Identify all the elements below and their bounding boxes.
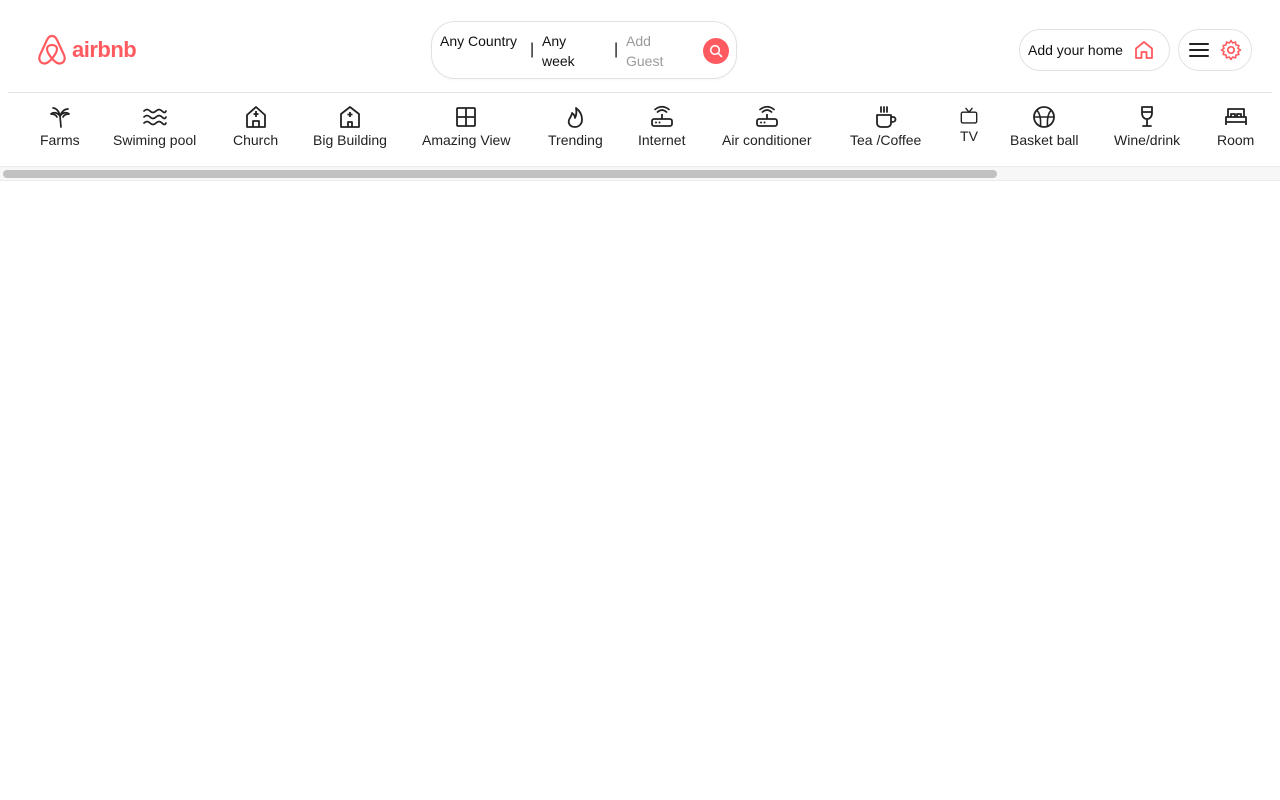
category-basket-ball[interactable]: Basket ball <box>1010 104 1078 148</box>
router-icon <box>650 105 673 127</box>
coffee-icon <box>875 106 897 128</box>
category-label: Trending <box>548 132 603 148</box>
air-conditioner-icon <box>755 105 778 127</box>
hamburger-menu-icon <box>1189 43 1209 57</box>
church-icon <box>245 106 266 128</box>
search-button[interactable] <box>703 38 729 64</box>
category-tea-coffee[interactable]: Tea /Coffee <box>850 104 921 148</box>
search-icon <box>709 44 723 58</box>
category-label: Big Building <box>313 132 387 148</box>
category-scrollbar[interactable] <box>0 166 1280 181</box>
category-label: Wine/drink <box>1114 132 1181 148</box>
airbnb-logo-icon <box>38 34 66 65</box>
category-label: Internet <box>638 132 686 148</box>
wine-icon <box>1141 106 1153 127</box>
week-field[interactable]: Any week <box>542 31 602 71</box>
scrollbar-thumb[interactable] <box>3 170 997 178</box>
waves-icon <box>142 108 167 126</box>
category-air-conditioner[interactable]: Air conditioner <box>722 104 812 148</box>
category-label: TV <box>960 128 978 144</box>
user-menu-button[interactable] <box>1178 29 1252 71</box>
category-wine-drink[interactable]: Wine/drink <box>1114 104 1180 148</box>
bed-icon <box>1224 108 1247 125</box>
search-divider: | <box>530 41 535 58</box>
home-icon <box>1135 41 1153 59</box>
top-header: airbnb Any Country | Any week | Add Gues… <box>8 0 1272 93</box>
add-your-home-button[interactable]: Add your home <box>1019 29 1170 71</box>
category-farms[interactable]: Farms <box>40 104 80 148</box>
window-icon <box>456 107 477 127</box>
add-home-label: Add your home <box>1028 42 1123 58</box>
category-church[interactable]: Church <box>233 104 278 148</box>
category-amazing-view[interactable]: Amazing View <box>422 104 510 148</box>
category-label: Farms <box>40 132 80 148</box>
category-label: Basket ball <box>1010 132 1079 148</box>
gear-icon <box>1220 39 1242 61</box>
category-label: Tea /Coffee <box>850 132 922 148</box>
category-label: Room <box>1217 132 1255 148</box>
building-icon <box>340 106 360 128</box>
guest-field[interactable]: Add Guest <box>626 31 686 71</box>
airbnb-logo[interactable]: airbnb <box>36 32 137 68</box>
search-divider: | <box>614 41 619 58</box>
basketball-icon <box>1033 106 1056 128</box>
category-trending[interactable]: Trending <box>548 104 603 148</box>
category-label: Air conditioner <box>722 132 812 148</box>
category-label: Church <box>233 132 279 148</box>
category-internet[interactable]: Internet <box>638 104 685 148</box>
category-swiming-pool[interactable]: Swiming pool <box>113 104 196 148</box>
category-big-building[interactable]: Big Building <box>313 104 387 148</box>
palm-tree-icon <box>49 107 70 128</box>
category-label: Amazing View <box>422 132 511 148</box>
category-tv[interactable]: TV <box>959 106 979 144</box>
country-field[interactable]: Any Country <box>440 31 522 51</box>
category-bar: Farms Swiming pool Church Big Building A… <box>0 104 1280 150</box>
search-bar[interactable]: Any Country | Any week | Add Guest <box>431 21 737 79</box>
brand-name: airbnb <box>72 37 137 62</box>
flame-icon <box>568 107 584 128</box>
category-room[interactable]: Room <box>1217 104 1254 148</box>
category-label: Swiming pool <box>113 132 197 148</box>
tv-icon <box>960 107 978 124</box>
